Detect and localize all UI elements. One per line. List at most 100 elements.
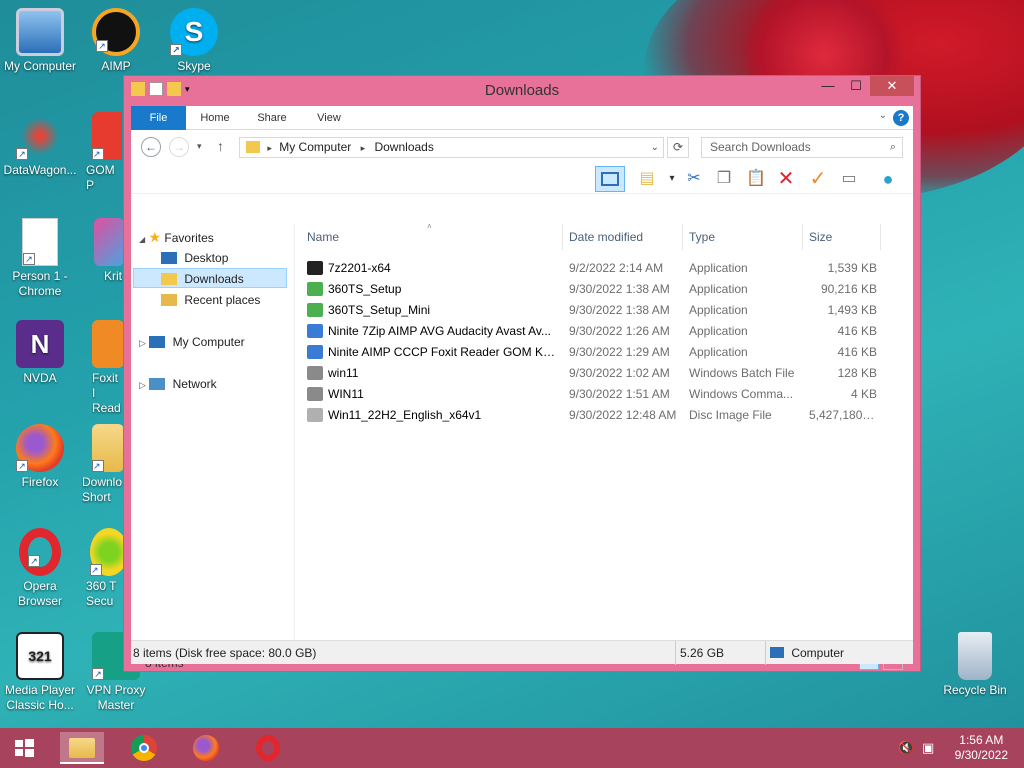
file-date-cell: 9/30/2022 1:29 AM [569, 345, 670, 359]
desktop-icon-aimp[interactable]: ↗ AIMP [76, 8, 156, 74]
folder-shortcut-icon: ↗ [92, 424, 124, 472]
start-button[interactable] [4, 732, 44, 764]
rename-icon[interactable]: ▭ [836, 167, 862, 191]
file-date-cell: 9/30/2022 1:38 AM [569, 282, 670, 296]
file-row[interactable]: WIN11 9/30/2022 1:51 AM Windows Comma... 4 … [301, 384, 891, 405]
ninite-icon [307, 324, 323, 338]
collapsed-triangle-icon[interactable]: ▷ [139, 338, 146, 348]
search-input[interactable]: Search Downloads ⌕ [701, 137, 903, 158]
file-row[interactable]: Ninite AIMP CCCP Foxit Reader GOM Krit..… [301, 342, 891, 363]
chrome-icon [131, 735, 157, 761]
recycle-bin-icon [958, 632, 992, 680]
desktop-icon-opera[interactable]: ↗ Opera Browser [0, 528, 80, 609]
column-header-type[interactable]: Type [683, 224, 803, 250]
volume-muted-icon[interactable]: 🔇 [898, 740, 914, 756]
windows-logo-icon [15, 739, 34, 757]
refresh-button[interactable]: ⟳ [667, 137, 689, 158]
downloads-folder-icon [246, 141, 260, 153]
cut-icon[interactable]: ✂ [681, 167, 707, 191]
desktop-icon [161, 252, 177, 264]
desktop-icon-person1-chrome[interactable]: ↗ Person 1 - Chrome [0, 218, 80, 299]
column-header-name[interactable]: Name [301, 224, 563, 250]
desktop-icon-datawagon[interactable]: ↗ DataWagon... [0, 112, 80, 178]
file-row[interactable]: 360TS_Setup_Mini 9/30/2022 1:38 AM Applica… [301, 300, 891, 321]
forward-button[interactable]: → [169, 137, 189, 157]
breadcrumb-downloads[interactable]: Downloads [374, 140, 433, 154]
nav-favorites[interactable]: ◢ ★ Favorites [139, 227, 214, 247]
nav-recent-places[interactable]: Recent places [161, 290, 260, 310]
file-row[interactable]: Win11_22H2_English_x64v1 9/30/2022 12:48 … [301, 405, 891, 426]
search-icon[interactable]: ⌕ [890, 138, 896, 157]
file-row[interactable]: 360TS_Setup 9/30/2022 1:38 AM Application 9… [301, 279, 891, 300]
address-bar[interactable]: ▸ My Computer ▸ Downloads ⌄ [239, 137, 664, 158]
file-name-cell: Ninite AIMP CCCP Foxit Reader GOM Krit..… [307, 342, 557, 363]
file-row[interactable]: 7z2201-x64 9/2/2022 2:14 AM Application 1,5… [301, 258, 891, 279]
title-bar[interactable]: ▾ Downloads — ☐ ✕ [124, 76, 920, 106]
mpc-icon: 321 [16, 632, 64, 680]
nav-downloads[interactable]: Downloads [133, 268, 287, 288]
column-header-size[interactable]: Size [803, 224, 881, 250]
help-icon[interactable]: ? [893, 110, 909, 126]
desktop-icon-nvda[interactable]: N NVDA [0, 320, 80, 386]
recent-locations-icon[interactable]: ▾ [197, 141, 202, 152]
up-arrow-icon[interactable]: ↑ [217, 138, 224, 154]
nav-my-computer[interactable]: ▷ My Computer [139, 332, 245, 352]
desktop-icon-firefox[interactable]: ↗ Firefox [0, 424, 80, 490]
desktop-icon-recycle-bin[interactable]: Recycle Bin [935, 632, 1015, 698]
file-name: Ninite 7Zip AIMP AVG Audacity Avast Av..… [328, 324, 552, 338]
file-size-cell: 90,216 KB [820, 282, 877, 296]
move-to-icon[interactable]: ▤ [634, 167, 660, 191]
taskbar-firefox[interactable] [186, 732, 226, 764]
breadcrumb-my-computer[interactable]: My Computer [279, 140, 351, 154]
network-shell-icon[interactable]: ● [875, 167, 901, 191]
file-name: Ninite AIMP CCCP Foxit Reader GOM Krit..… [328, 345, 557, 359]
delete-icon[interactable]: ✕ [773, 167, 799, 191]
file-name-cell: 360TS_Setup_Mini [307, 300, 557, 321]
taskbar-clock[interactable]: 1:56 AM 9/30/2022 [955, 733, 1008, 763]
network-tray-icon[interactable]: ▣ [922, 740, 938, 756]
maximize-button[interactable]: ☐ [842, 76, 870, 96]
preview-pane-button[interactable] [595, 166, 625, 192]
status-size: 5.26 GB [675, 641, 724, 665]
explorer-window[interactable]: ▾ Downloads — ☐ ✕ File Home Share View ⌄… [123, 75, 921, 672]
taskbar-opera[interactable] [248, 732, 288, 764]
desktop-icon-mpc[interactable]: 321 Media Player Classic Ho... [0, 632, 80, 713]
column-header-date[interactable]: Date modified [563, 224, 683, 250]
file-date-cell: 9/2/2022 2:14 AM [569, 261, 664, 275]
desktop-icon-360-security[interactable]: ↗ 360 T Secu [86, 528, 124, 609]
skype-icon: S ↗ [170, 8, 218, 56]
nav-downloads-label: Downloads [184, 272, 244, 286]
desktop-icon-foxit[interactable]: Foxit I Read [92, 320, 124, 416]
close-button[interactable]: ✕ [870, 76, 914, 96]
desktop-icon-label: Skype [177, 59, 211, 73]
360-setup-icon [307, 282, 323, 296]
nav-network[interactable]: ▷ Network [139, 374, 217, 394]
copy-icon[interactable]: ❐ [711, 167, 737, 191]
tab-home[interactable]: Home [193, 106, 237, 130]
tab-share[interactable]: Share [249, 106, 295, 130]
file-row[interactable]: Ninite 7Zip AIMP AVG Audacity Avast Av..… [301, 321, 891, 342]
tab-file[interactable]: File [131, 106, 186, 130]
taskbar-file-explorer[interactable] [60, 732, 104, 764]
file-row[interactable]: win11 9/30/2022 1:02 AM Windows Batch File… [301, 363, 891, 384]
desktop-icon-krita[interactable]: Krit [94, 218, 124, 284]
clock-time: 1:56 AM [959, 733, 1004, 747]
paste-icon[interactable]: 📋 [743, 167, 769, 191]
collapsed-triangle-icon[interactable]: ▷ [139, 380, 146, 390]
ribbon-expand-icon[interactable]: ⌄ [879, 110, 887, 121]
expanded-triangle-icon[interactable]: ◢ [139, 235, 145, 244]
taskbar-chrome[interactable] [124, 732, 164, 764]
address-dropdown-icon[interactable]: ⌄ [651, 138, 659, 157]
status-location-label: Computer [791, 646, 845, 660]
desktop-icon-gom[interactable]: ↗ GOM P [78, 112, 122, 193]
desktop-icon-skype[interactable]: S ↗ Skype [154, 8, 234, 74]
desktop-icon-downloads-shortcut[interactable]: ↗ Downlo Short [82, 424, 124, 505]
tab-view[interactable]: View [306, 106, 352, 130]
back-button[interactable]: ← [141, 137, 161, 157]
nav-desktop[interactable]: Desktop [161, 248, 228, 268]
nav-network-label: Network [172, 377, 217, 391]
minimize-button[interactable]: — [814, 76, 842, 96]
desktop-icon-my-computer[interactable]: My Computer [0, 8, 80, 74]
select-check-icon[interactable]: ✓ [805, 167, 831, 191]
desktop-icon-label: My Computer [3, 59, 77, 73]
